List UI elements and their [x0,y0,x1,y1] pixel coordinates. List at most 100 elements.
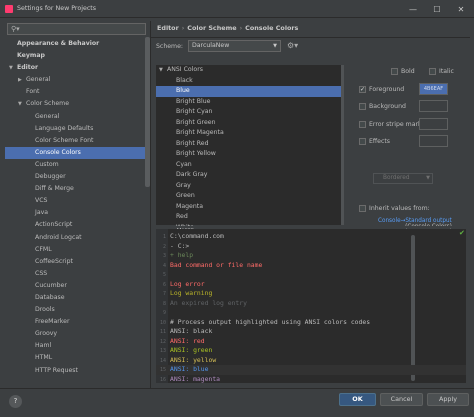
gear-icon[interactable]: ⚙▾ [287,41,298,50]
tree-item[interactable]: Groovy [5,328,150,340]
attribute-item[interactable]: Bright Red [156,139,344,150]
checkmark-icon[interactable]: ✓ [359,86,366,93]
attribute-item[interactable]: Red [156,212,344,223]
tree-item-label: Color Scheme [26,100,70,108]
attribute-item[interactable]: Bright Cyan [156,107,344,118]
foreground-color-swatch[interactable]: 4B6EAF [419,83,448,95]
tree-item[interactable]: Android Logcat [5,232,150,244]
tree-item[interactable]: HTML [5,352,150,364]
scheme-value: DarculaNew [192,42,230,49]
tree-item[interactable]: Custom [5,159,150,171]
checkbox-box[interactable] [359,205,366,212]
attribute-item[interactable]: Gray [156,181,344,192]
attribute-item[interactable]: Bright Green [156,118,344,129]
chevron-down-icon[interactable]: ▼ [159,65,167,76]
checkbox-box[interactable] [359,138,366,145]
tree-item[interactable]: Language Defaults [5,123,150,135]
italic-checkbox[interactable]: Italic [429,68,454,75]
code-line: 10 # Process output highlighted using ANS… [156,318,466,328]
attribute-item[interactable]: Blue [156,86,344,97]
tree-item[interactable]: ▼ Color Scheme [5,98,150,110]
tree-item[interactable]: CFML [5,244,150,256]
settings-content: Editor › Color Scheme › Console Colors Schem… [150,21,470,388]
tree-item-label: Haml [35,342,52,350]
apply-button[interactable]: Apply [427,393,469,406]
tree-item-label: Custom [35,160,59,168]
code-text: ANSI: blue [170,365,209,373]
tree-item[interactable]: Debugger [5,171,150,183]
tree-item[interactable]: Console Colors [5,146,150,159]
attribute-item[interactable]: Bright Blue [156,97,344,108]
tree-item[interactable]: Java [5,207,150,219]
attribute-item[interactable]: Green [156,191,344,202]
attribute-item[interactable]: Bright Yellow [156,149,344,160]
tree-item[interactable]: FreeMarker [5,316,150,328]
maximize-button[interactable]: ☐ [425,0,449,18]
ok-button[interactable]: OK [339,393,376,406]
tree-item[interactable]: ▶ General [5,74,150,86]
minimize-button[interactable]: — [401,0,425,18]
inherit-checkbox[interactable]: Inherit values from: [359,205,430,212]
splitter[interactable] [151,226,470,228]
checkbox-box[interactable] [429,68,436,75]
preview-editor[interactable]: ✔ 1 C:\command.com 2- C:> 3 + help 4 Bad comma… [156,229,466,383]
checkbox-box[interactable] [391,68,398,75]
tree-item[interactable]: Keymap [5,50,150,62]
tree-item[interactable]: Font [5,86,150,98]
bold-checkbox[interactable]: Bold [391,68,415,75]
cancel-button[interactable]: Cancel [380,393,423,406]
tree-item[interactable]: Haml [5,340,150,352]
tree-item-label: Java [35,209,49,217]
tree-item[interactable]: CoffeeScript [5,256,150,268]
attribute-label: Cyan [176,160,192,168]
background-color-swatch[interactable] [419,100,448,112]
tree-item[interactable]: Appearance & Behavior [5,38,150,50]
tree-item[interactable]: General [5,111,150,123]
tree-item[interactable]: HTTP Request [5,365,150,377]
attribute-item[interactable]: Cyan [156,160,344,171]
attribute-item[interactable]: Dark Gray [156,170,344,181]
attribute-item[interactable]: Magenta [156,202,344,213]
effects-checkbox[interactable]: Effects [359,138,390,145]
error-stripe-label: Error stripe mark [369,121,422,128]
checkbox-box[interactable] [359,121,366,128]
tree-item[interactable]: ActionScript [5,219,150,231]
chevron-down-icon[interactable]: ▼ [9,62,17,74]
chevron-right-icon[interactable]: ▶ [18,74,26,86]
attribute-item[interactable]: Black [156,76,344,87]
breadcrumb-separator: › [181,24,185,32]
header-divider [151,37,470,38]
code-line: 4 Bad command or file name [156,261,466,271]
tree-item[interactable]: Database [5,292,150,304]
scheme-dropdown[interactable]: DarculaNew ▼ [188,40,281,52]
checkbox-box[interactable] [359,103,366,110]
effect-type-dropdown[interactable]: Bordered ▼ [373,173,433,184]
tree-item-label: CFML [35,245,52,253]
background-checkbox[interactable]: Background [359,103,406,110]
chevron-down-icon[interactable]: ▼ [18,98,26,110]
tree-item[interactable]: Cucumber [5,280,150,292]
tree-item[interactable]: Color Scheme Font [5,135,150,147]
tree-item-label: Debugger [35,173,66,181]
attribute-group[interactable]: ▼ ANSI Colors [156,65,344,76]
tree-item[interactable]: Diff & Merge [5,183,150,195]
foreground-checkbox[interactable]: ✓ Foreground [359,86,404,93]
tree-item-label: Appearance & Behavior [17,40,100,47]
window-title: Settings for New Projects [17,5,97,12]
tree-item[interactable]: Drools [5,304,150,316]
error-stripe-checkbox[interactable]: Error stripe mark [359,121,422,128]
tree-item[interactable]: CSS [5,268,150,280]
help-button[interactable]: ? [9,395,22,408]
close-button[interactable]: ✕ [449,0,473,18]
tree-item[interactable]: ▼ Editor [5,62,150,74]
attribute-item[interactable]: Bright Magenta [156,128,344,139]
error-stripe-color-swatch[interactable] [419,118,448,130]
attributes-scrollbar[interactable] [341,65,344,225]
foreground-label: Foreground [369,86,405,93]
dialog-footer: ? OK Cancel Apply [0,388,474,417]
settings-search-input[interactable]: ⚲▾ [7,23,146,35]
code-text: Log error [170,279,205,288]
effects-color-swatch[interactable] [419,135,448,147]
tree-item[interactable]: VCS [5,195,150,207]
